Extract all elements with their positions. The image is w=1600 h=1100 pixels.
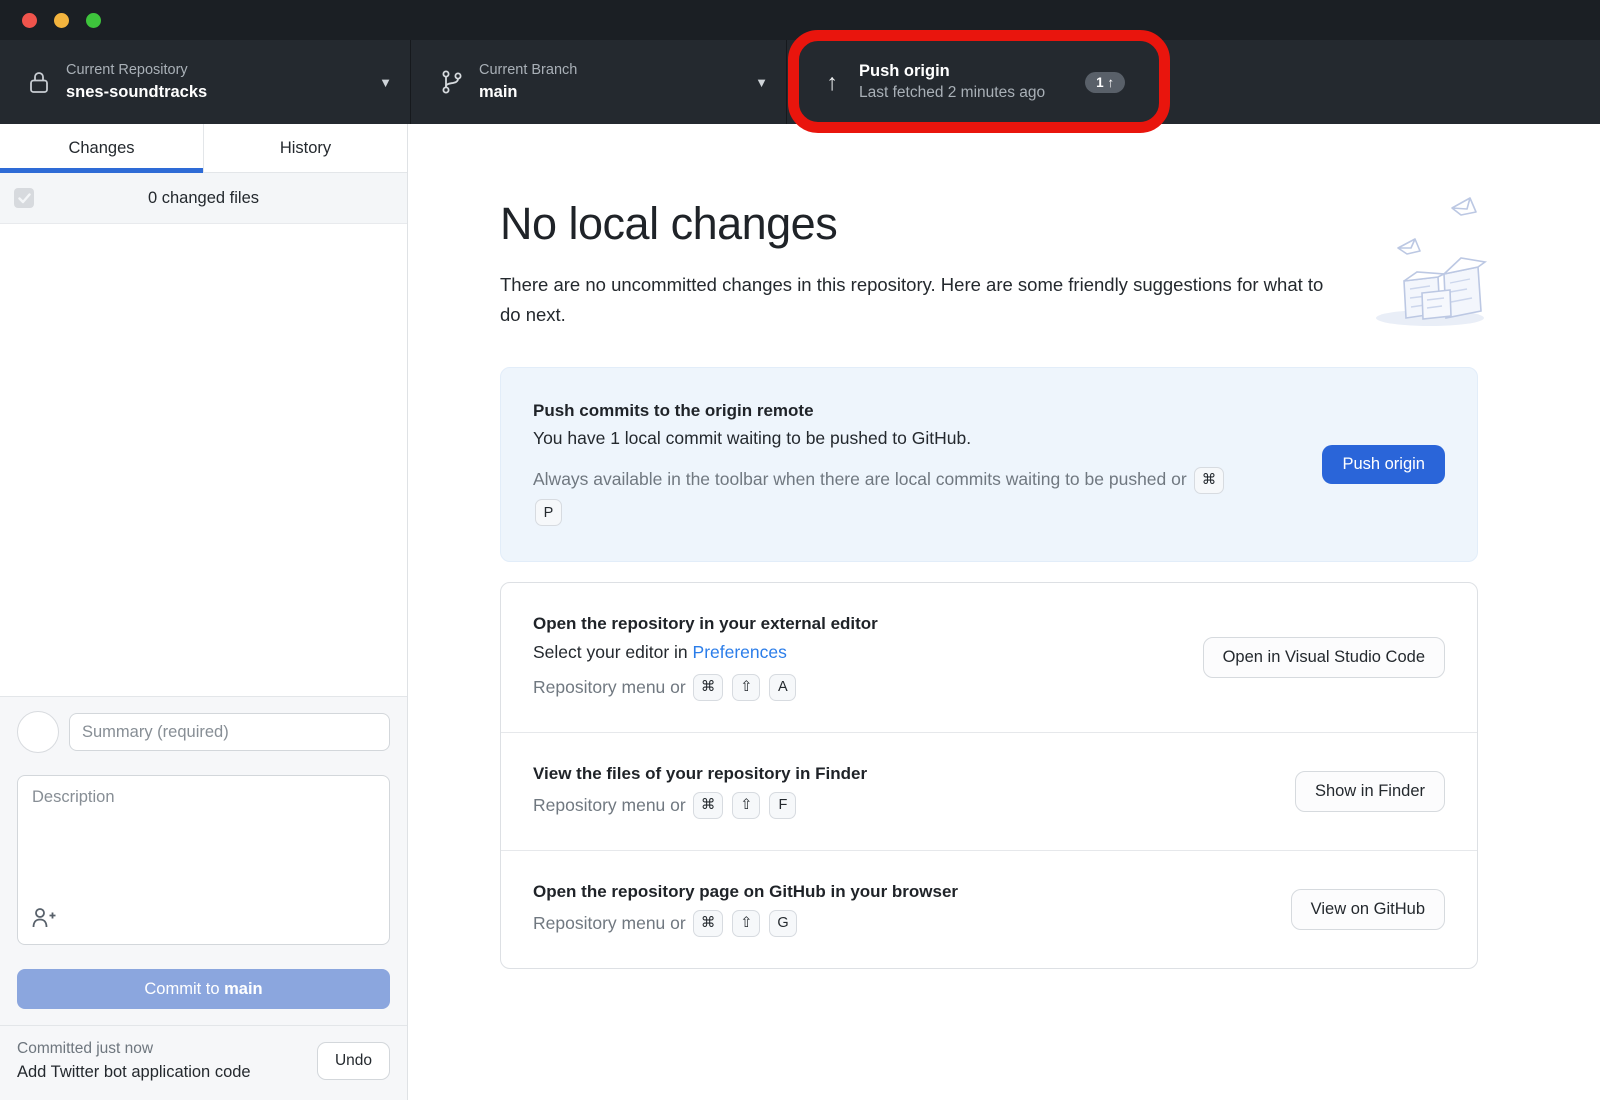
ahead-count-badge: 1 ↑ <box>1085 72 1125 93</box>
shortcut-prefix: Repository menu or <box>533 795 686 816</box>
suggestion-row-github: Open the repository page on GitHub in yo… <box>501 850 1477 968</box>
commit-description-box <box>17 775 390 945</box>
push-origin-title: Push origin <box>859 60 1045 82</box>
undo-button[interactable]: Undo <box>317 1042 390 1080</box>
shortcut-prefix: Repository menu or <box>533 913 686 934</box>
suggestion-title: Open the repository page on GitHub in yo… <box>533 882 1271 902</box>
commit-status-text: Committed just now <box>17 1040 251 1058</box>
push-origin-button[interactable]: Push origin <box>1322 445 1445 484</box>
paper-stack-illustration <box>1364 182 1496 337</box>
add-coauthor-icon[interactable] <box>31 907 57 934</box>
g-key: G <box>769 910 796 937</box>
undo-commit-banner: Committed just now Add Twitter bot appli… <box>0 1025 407 1100</box>
zoom-window-button[interactable] <box>86 13 101 28</box>
window-body: Changes History 0 changed files <box>0 124 1600 1100</box>
a-key: A <box>769 674 796 701</box>
suggestion-subtitle-text: Select your editor in <box>533 642 693 662</box>
push-panel-hint-text: Always available in the toolbar when the… <box>533 469 1187 489</box>
push-panel-text: Push commits to the origin remote You ha… <box>533 401 1302 528</box>
suggestion-shortcut: Repository menu or ⌘ ⇧ G <box>533 910 1271 937</box>
shift-key: ⇧ <box>732 910 760 937</box>
changed-files-list <box>0 224 407 696</box>
changed-files-header: 0 changed files <box>0 173 407 224</box>
arrow-up-icon: ↑ <box>819 71 845 94</box>
undo-text: Committed just now Add Twitter bot appli… <box>17 1040 251 1082</box>
sidebar-tabs: Changes History <box>0 124 407 173</box>
lock-icon <box>26 70 52 95</box>
branch-name: main <box>479 81 577 103</box>
suggestion-text: Open the repository in your external edi… <box>533 614 1183 701</box>
commit-description-input[interactable] <box>18 776 389 944</box>
f-key: F <box>769 792 796 819</box>
open-in-vscode-button[interactable]: Open in Visual Studio Code <box>1203 637 1445 678</box>
push-panel-hint: Always available in the toolbar when the… <box>533 463 1233 528</box>
tab-changes[interactable]: Changes <box>0 124 203 172</box>
repository-name: snes-soundtracks <box>66 81 207 103</box>
push-panel-title: Push commits to the origin remote <box>533 401 1302 421</box>
push-origin-toolbar-button[interactable]: ↑ Push origin Last fetched 2 minutes ago… <box>786 40 1600 124</box>
suggestion-title: Open the repository in your external edi… <box>533 614 1183 634</box>
git-branch-icon <box>439 69 465 95</box>
page-description: There are no uncommitted changes in this… <box>500 270 1335 329</box>
avatar <box>17 711 59 753</box>
repository-label: Current Repository <box>66 61 207 81</box>
suggestion-text: View the files of your repository in Fin… <box>533 764 1275 819</box>
suggestion-row-finder: View the files of your repository in Fin… <box>501 732 1477 850</box>
show-in-finder-button[interactable]: Show in Finder <box>1295 771 1445 812</box>
close-window-button[interactable] <box>22 13 37 28</box>
current-branch-dropdown[interactable]: Current Branch main ▼ <box>410 40 786 124</box>
cmd-key: ⌘ <box>693 674 724 701</box>
commit-button-prefix: Commit to <box>144 980 224 998</box>
chevron-down-icon: ▼ <box>379 76 392 89</box>
cmd-key: ⌘ <box>1194 467 1225 494</box>
github-desktop-window: Current Repository snes-soundtracks ▼ Cu… <box>0 0 1600 1100</box>
suggestion-title: View the files of your repository in Fin… <box>533 764 1275 784</box>
push-commits-panel: Push commits to the origin remote You ha… <box>500 367 1478 562</box>
sidebar: Changes History 0 changed files <box>0 124 408 1100</box>
commit-summary-input[interactable] <box>69 713 390 751</box>
cmd-key: ⌘ <box>693 792 724 819</box>
preferences-link[interactable]: Preferences <box>693 642 787 662</box>
titlebar <box>0 0 1600 40</box>
main-content: No local changes There are no uncommitte… <box>408 124 1600 1100</box>
shift-key: ⇧ <box>732 792 760 819</box>
chevron-down-icon: ▼ <box>755 76 768 89</box>
suggestion-subtitle: Select your editor in Preferences <box>533 642 1183 663</box>
view-on-github-button[interactable]: View on GitHub <box>1291 889 1445 930</box>
suggestions-panel: Open the repository in your external edi… <box>500 582 1478 969</box>
minimize-window-button[interactable] <box>54 13 69 28</box>
tab-history[interactable]: History <box>203 124 407 172</box>
last-commit-message: Add Twitter bot application code <box>17 1063 251 1082</box>
suggestion-row-external-editor: Open the repository in your external edi… <box>501 583 1477 732</box>
push-origin-text: Push origin Last fetched 2 minutes ago <box>859 60 1045 103</box>
summary-row <box>17 711 390 753</box>
branch-text: Current Branch main <box>479 61 577 103</box>
changed-files-count: 0 changed files <box>0 189 407 208</box>
cmd-key: ⌘ <box>693 910 724 937</box>
push-panel-line1: You have 1 local commit waiting to be pu… <box>533 428 1302 449</box>
commit-to-main-button[interactable]: Commit to main <box>17 969 390 1009</box>
repository-text: Current Repository snes-soundtracks <box>66 61 207 103</box>
commit-form: Commit to main <box>0 696 407 1025</box>
push-origin-subtitle: Last fetched 2 minutes ago <box>859 83 1045 104</box>
suggestion-shortcut: Repository menu or ⌘ ⇧ F <box>533 792 1275 819</box>
p-key: P <box>535 499 562 526</box>
suggestion-text: Open the repository page on GitHub in yo… <box>533 882 1271 937</box>
branch-label: Current Branch <box>479 61 577 81</box>
suggestion-shortcut: Repository menu or ⌘ ⇧ A <box>533 674 1183 701</box>
toolbar: Current Repository snes-soundtracks ▼ Cu… <box>0 40 1600 124</box>
shortcut-prefix: Repository menu or <box>533 677 686 698</box>
commit-button-branch: main <box>224 980 263 998</box>
shift-key: ⇧ <box>732 674 760 701</box>
current-repository-dropdown[interactable]: Current Repository snes-soundtracks ▼ <box>0 40 410 124</box>
